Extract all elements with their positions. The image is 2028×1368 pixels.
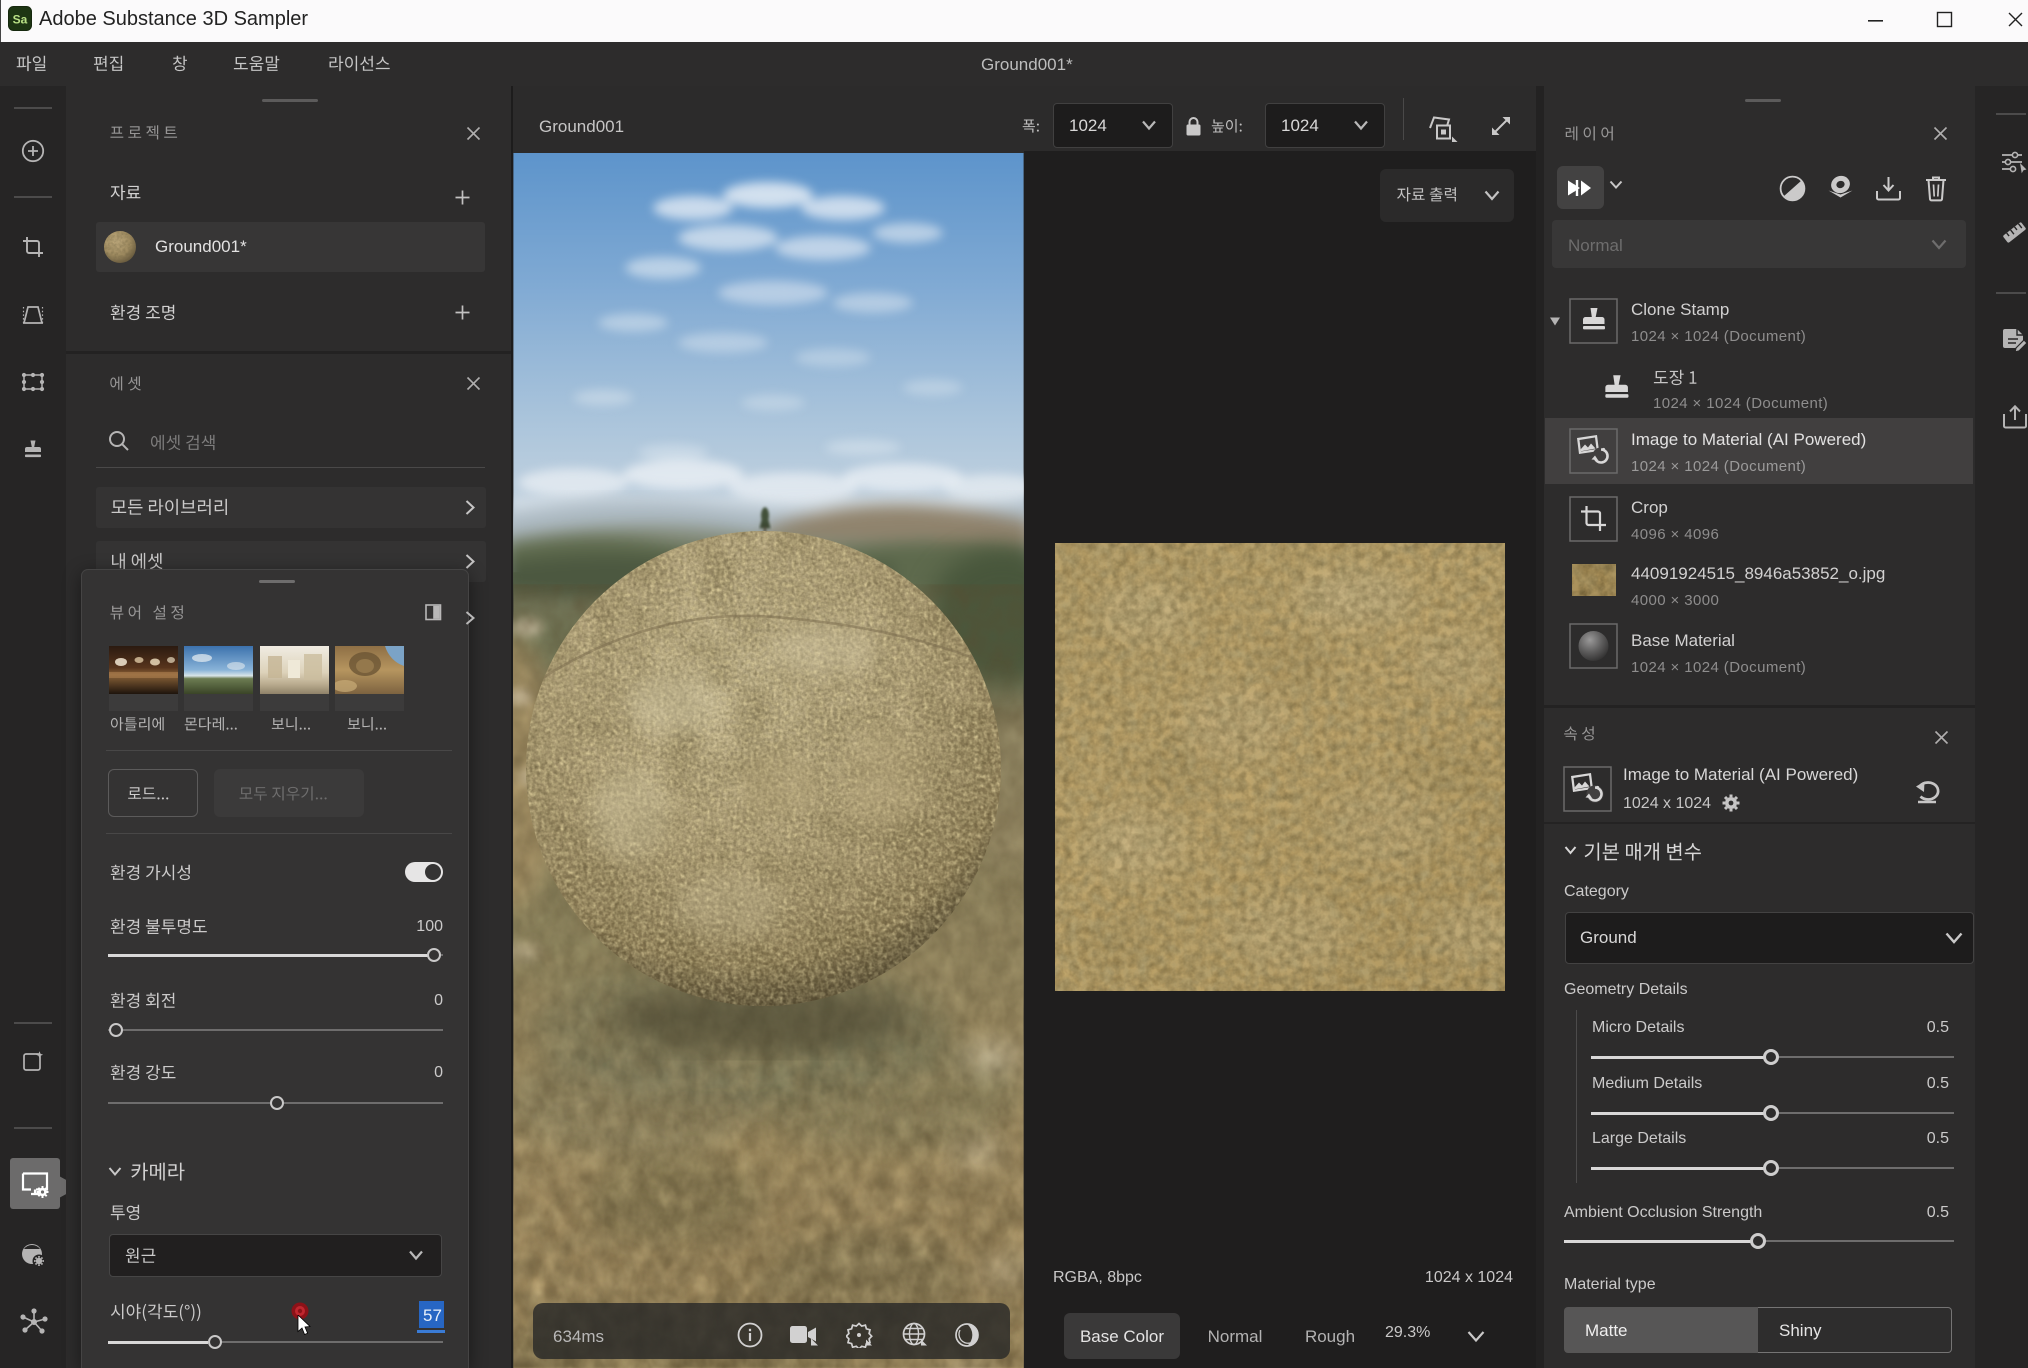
svg-text:Sa: Sa bbox=[13, 13, 28, 27]
